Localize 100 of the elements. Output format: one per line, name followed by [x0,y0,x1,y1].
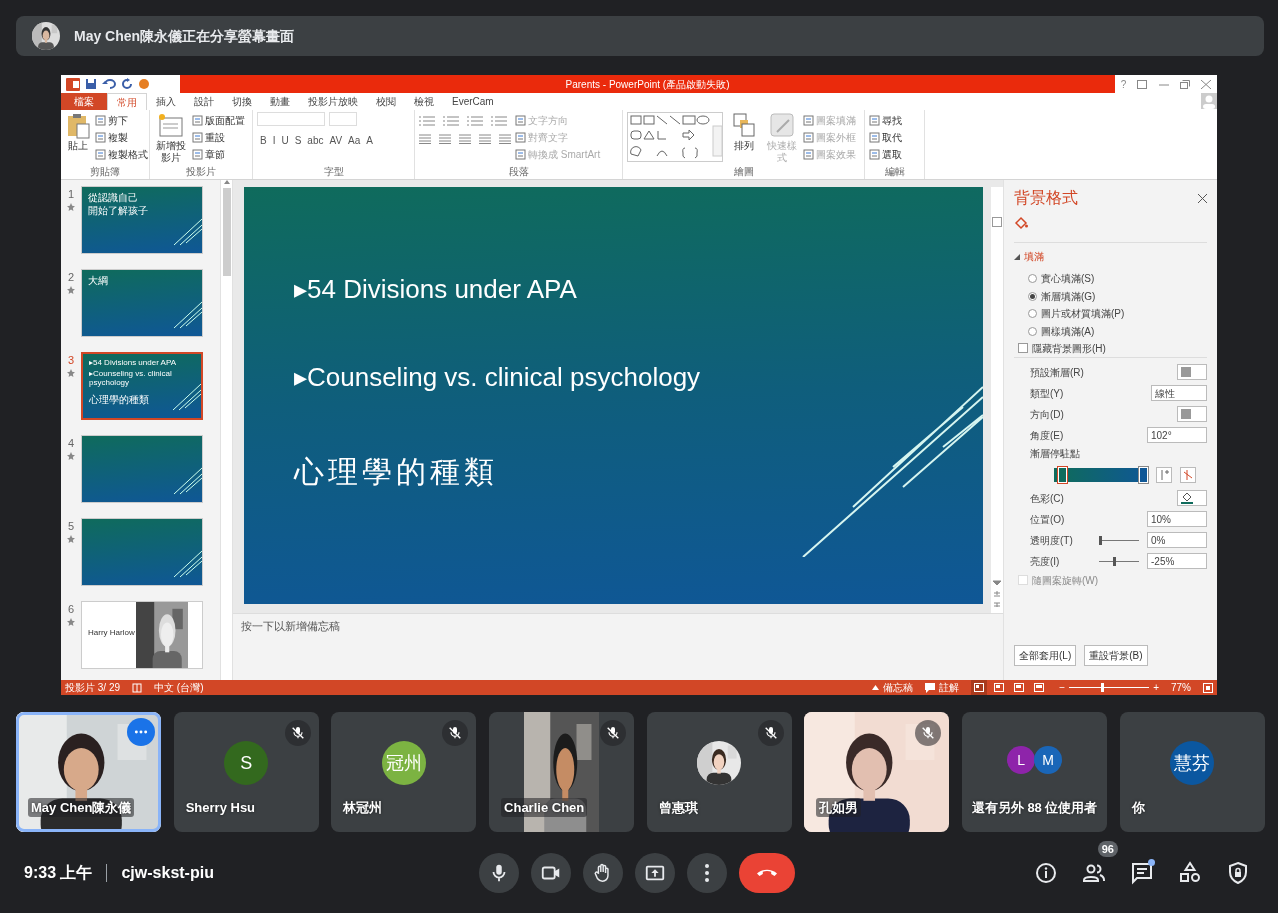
radio-option[interactable]: 漸層填滿(G) [1014,287,1207,305]
align-icon[interactable] [459,134,471,144]
help-button[interactable]: ? [1120,76,1127,92]
ribbon-button[interactable]: 尋找 [869,112,902,128]
mic-button[interactable] [479,852,519,893]
page-nav-icon[interactable] [993,579,1001,609]
gradient-stop[interactable] [1139,466,1148,483]
ribbon-button[interactable]: 剪下 [95,112,148,128]
end-call-button[interactable] [739,852,795,893]
gradient-stops-bar[interactable] [1054,467,1148,482]
ribbon-tab[interactable]: 檔案 [61,93,107,110]
format-button[interactable]: abc [304,132,327,148]
spell-check-icon[interactable] [132,682,143,693]
align-icon[interactable] [499,134,511,144]
expand-triangle-icon[interactable] [1014,253,1020,260]
scrollbar-thumb[interactable] [222,188,231,276]
ribbon-tab[interactable]: 切換 [223,93,261,110]
circle-icon[interactable] [138,78,150,90]
ribbon-button[interactable]: 章節 [192,146,245,162]
align-icon[interactable] [439,134,451,144]
slide-thumbnail[interactable]: Harry Harlow [81,601,203,669]
ribbon-tab[interactable]: 插入 [147,93,185,110]
ribbon-button[interactable]: 新增投影片 [154,112,188,166]
radio-option[interactable]: 實心填滿(S) [1014,270,1207,288]
field-label: 亮度(I) [1030,554,1060,569]
color-dropdown[interactable] [1177,490,1207,506]
ribbon-button[interactable]: 重設 [192,129,245,145]
ribbon-button[interactable]: 排列 [727,112,761,166]
checkbox-option[interactable]: 隱藏背景圖形(H) [1014,340,1207,358]
ribbon-tab[interactable]: 動畫 [261,93,299,110]
zoom-percent[interactable]: 77% [1171,680,1191,695]
swatch-dropdown[interactable] [1177,364,1207,380]
close-icon[interactable] [1201,79,1212,89]
format-button[interactable]: Aa [345,132,364,148]
format-button[interactable]: I [269,132,279,148]
spin-field[interactable]: 0% [1147,532,1207,548]
camera-button[interactable] [531,852,571,893]
pane-button[interactable]: 全部套用(L) [1014,645,1077,666]
redo-icon[interactable] [121,78,133,90]
format-button[interactable]: U [278,132,292,148]
zoom-out-button[interactable]: − [1059,680,1066,695]
align-icon[interactable] [479,134,491,144]
slide-thumbnail[interactable] [81,435,203,503]
notes-button[interactable]: 備忘稿 [872,680,914,695]
gradient-stop[interactable] [1058,466,1068,483]
ribbon-tab[interactable]: 檢視 [405,93,443,110]
slide-thumbnail[interactable]: 大綱 [81,269,203,337]
slide-decoration-drawing [172,300,202,330]
swatch-dropdown[interactable] [1177,406,1207,422]
slide-thumbnail[interactable]: 從認識自己 開始了解孩子 [81,186,203,254]
align-icon[interactable] [419,134,431,144]
remove-stop-icon[interactable] [1180,466,1196,483]
ribbon-button[interactable]: 取代 [869,129,902,145]
notes-placeholder[interactable]: 按一下以新增備忘稿 [233,613,1003,680]
undo-icon[interactable] [102,78,116,90]
spin-field[interactable]: 10% [1147,511,1207,527]
ribbon-button[interactable]: 貼上 [65,112,91,166]
more-button[interactable] [687,852,727,893]
font-size-field[interactable] [329,112,357,126]
shapes-gallery-drawing[interactable] [627,112,723,162]
ribbon-tab[interactable]: 常用 [107,93,147,110]
format-button[interactable]: S [291,132,305,148]
scrollbar-thumb[interactable] [992,217,1002,227]
comments-button[interactable]: 註解 [925,680,960,695]
ribbon-tab[interactable]: 投影片放映 [299,93,367,110]
font-name-field[interactable] [257,112,325,126]
slider-thumb[interactable] [1113,556,1116,566]
ribbon-display-icon[interactable] [1137,79,1148,89]
slider-thumb[interactable] [1099,535,1102,545]
save-icon[interactable] [85,78,97,90]
type-dropdown[interactable]: 線性 [1151,385,1207,401]
format-button[interactable]: A [363,132,376,148]
spin-field[interactable]: -25% [1147,553,1207,569]
slide-thumbnail[interactable] [81,518,203,586]
zoom-slider-thumb[interactable] [1101,683,1105,692]
view-button[interactable] [971,680,988,695]
slide-thumbnail[interactable]: ▸54 Divisions under APA ▸Counseling vs. clinical psychology 心理學的種類 [81,352,203,420]
format-button[interactable]: AV [326,132,346,148]
paint-bucket-icon[interactable] [1014,216,1028,230]
ribbon-button[interactable]: 複製格式 [95,146,148,162]
zoom-in-button[interactable]: + [1153,680,1159,695]
ribbon-button[interactable]: 選取 [869,146,902,162]
fit-slide-icon[interactable] [1203,682,1213,693]
ribbon-tab[interactable]: 設計 [185,93,223,110]
close-icon[interactable] [1198,193,1207,203]
view-icon [994,683,1005,692]
ribbon-tab[interactable]: EverCam [443,93,503,110]
spin-field[interactable]: 102° [1147,427,1207,443]
radio-option[interactable]: 圖樣填滿(A) [1014,322,1207,340]
radio-option[interactable]: 圖片或材質填滿(P) [1014,305,1207,323]
pane-button[interactable]: 重設背景(B) [1084,645,1148,666]
restore-icon[interactable] [1180,79,1191,89]
format-button[interactable]: B [257,132,270,148]
present-button[interactable] [635,852,675,893]
language-label[interactable]: 中文 (台灣) [154,680,204,695]
ribbon-button[interactable]: 複製 [95,129,148,145]
field-label: 漸層停駐點 [1030,446,1080,461]
ribbon-tab[interactable]: 校閱 [367,93,405,110]
ribbon-button[interactable]: 版面配置 [192,112,245,128]
hand-button[interactable] [583,852,623,893]
